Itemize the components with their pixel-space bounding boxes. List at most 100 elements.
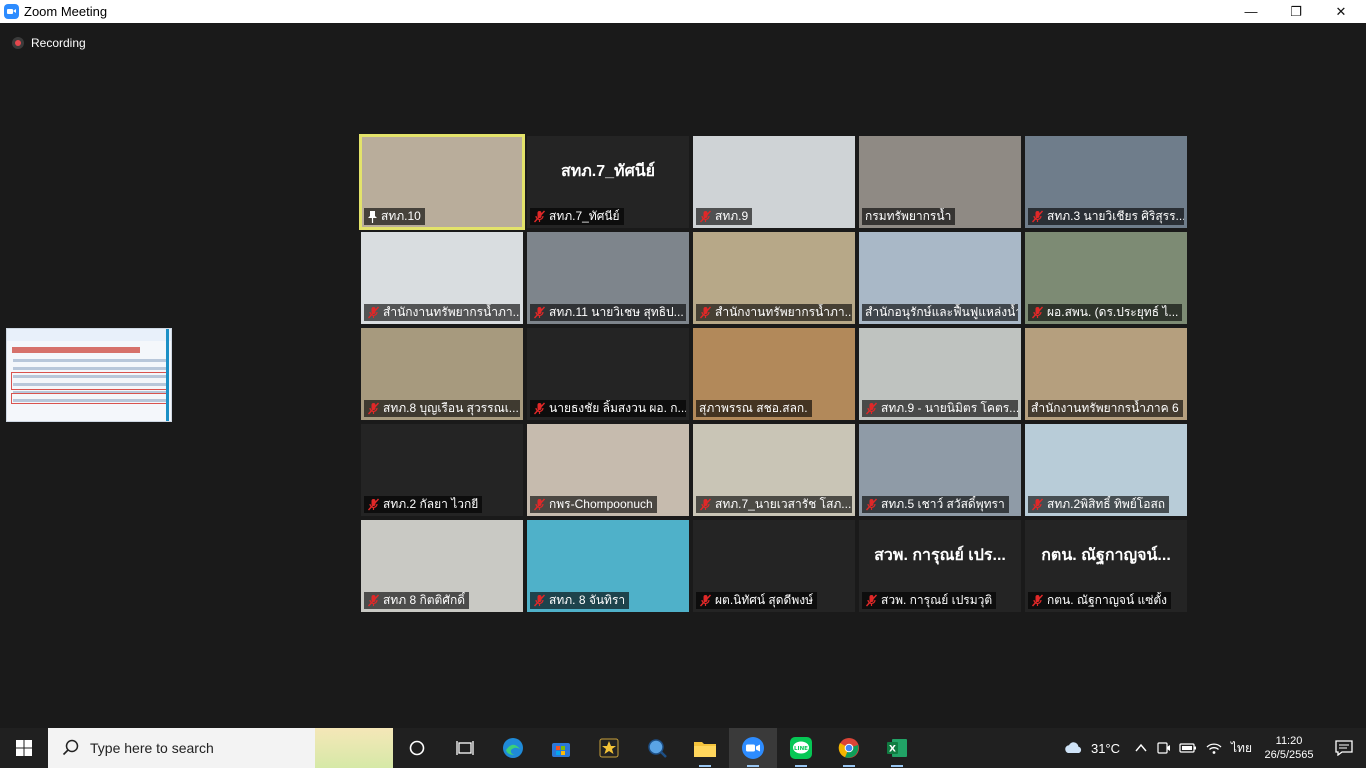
participant-name-text: สุภาพรรณ สชอ.สลก. bbox=[699, 401, 808, 415]
search-box[interactable]: Type here to search bbox=[48, 728, 393, 768]
meet-now-icon[interactable] bbox=[1157, 740, 1171, 756]
muted-mic-icon bbox=[367, 402, 380, 415]
battery-icon[interactable] bbox=[1179, 741, 1197, 755]
chrome-icon bbox=[838, 738, 859, 758]
muted-mic-icon bbox=[367, 594, 380, 607]
taskbar: Type here to search LINE X 31°C ไทย 11:2… bbox=[0, 728, 1366, 768]
svg-text:LINE: LINE bbox=[794, 746, 808, 752]
task-view-button[interactable] bbox=[441, 728, 489, 768]
participant-tile[interactable]: สำนักงานทรัพยากรน้ำภาค 6 bbox=[1025, 328, 1187, 420]
muted-mic-icon bbox=[533, 210, 546, 223]
minimize-button[interactable]: — bbox=[1228, 0, 1274, 23]
participant-tile[interactable]: สทภ.8 บุญเรือน สุวรรณเ... bbox=[361, 328, 523, 420]
muted-mic-icon bbox=[699, 594, 712, 607]
participant-name-text: สทภ.7_ทัศนีย์ bbox=[549, 209, 620, 223]
wifi-icon[interactable] bbox=[1205, 741, 1223, 755]
participant-tile[interactable]: สทภ.11 นายวิเชษ สุทธิป... bbox=[527, 232, 689, 324]
participant-tile[interactable]: สทภ 8 กิตติศักดิ์ bbox=[361, 520, 523, 612]
participant-display-name: สวพ. การุณย์ เปร... bbox=[874, 546, 1006, 564]
participant-tile[interactable]: สทภ.3 นายวิเชียร ศิริสุรร... bbox=[1025, 136, 1187, 228]
participant-name-text: กพร-Chompoonuch bbox=[549, 497, 653, 511]
participant-tile[interactable]: สำนักงานทรัพยากรน้ำภา... bbox=[361, 232, 523, 324]
muted-mic-icon bbox=[1031, 594, 1044, 607]
clock[interactable]: 11:20 26/5/2565 bbox=[1256, 734, 1322, 762]
participant-name-label: นายธงชัย ลิ้มสงวน ผอ. ก... bbox=[530, 400, 686, 417]
participant-name-text: สำนักงานทรัพยากรน้ำภา... bbox=[383, 305, 520, 319]
participant-name-text: สทภ.3 นายวิเชียร ศิริสุรร... bbox=[1047, 209, 1184, 223]
cortana-button[interactable] bbox=[393, 728, 441, 768]
start-button[interactable] bbox=[0, 728, 48, 768]
participant-tile[interactable]: สทภ.9 bbox=[693, 136, 855, 228]
participant-name-text: นายธงชัย ลิ้มสงวน ผอ. ก... bbox=[549, 401, 686, 415]
star-app-icon bbox=[599, 738, 619, 758]
participant-name-label: สำนักงานทรัพยากรน้ำภาค 6 bbox=[1028, 400, 1183, 417]
svg-text:X: X bbox=[889, 745, 896, 755]
magnifier-app-icon bbox=[648, 739, 667, 758]
participant-tile[interactable]: สุภาพรรณ สชอ.สลก. bbox=[693, 328, 855, 420]
participant-tile[interactable]: สทภ.2 กัลยา ไวกยี bbox=[361, 424, 523, 516]
muted-mic-icon bbox=[699, 210, 712, 223]
participant-name-text: ผอ.สพน. (ดร.ประยุทธ์ ไ... bbox=[1047, 305, 1179, 319]
participant-name-label: สทภ.10 bbox=[364, 208, 425, 225]
muted-mic-icon bbox=[1031, 498, 1044, 511]
participant-tile[interactable]: ผอ.สพน. (ดร.ประยุทธ์ ไ... bbox=[1025, 232, 1187, 324]
notification-button[interactable] bbox=[1322, 728, 1366, 768]
taskbar-store[interactable] bbox=[537, 728, 585, 768]
input-language[interactable]: ไทย bbox=[1231, 739, 1252, 758]
participant-tile[interactable]: สทภ. 8 จันทิรา bbox=[527, 520, 689, 612]
window-title: Zoom Meeting bbox=[24, 4, 108, 19]
restore-button[interactable]: ❐ bbox=[1273, 0, 1319, 23]
participant-tile[interactable]: สทภ.5 เชาว์ สวัสดิ์พุทรา bbox=[859, 424, 1021, 516]
participant-tile[interactable]: กตน. ณัฐกาญจน์... กตน. ณัฐกาญจน์ แซ่ตั้ง bbox=[1025, 520, 1187, 612]
participant-tile[interactable]: สวพ. การุณย์ เปร... สวพ. การุณย์ เปรมวุติ bbox=[859, 520, 1021, 612]
participant-name-label: กพร-Chompoonuch bbox=[530, 496, 657, 513]
participant-tile[interactable]: สำนักอนุรักษ์และฟื้นฟูแหล่งน้ำ bbox=[859, 232, 1021, 324]
weather-cloud-icon[interactable] bbox=[1063, 740, 1085, 756]
weather-temperature[interactable]: 31°C bbox=[1091, 741, 1120, 756]
muted-mic-icon bbox=[533, 498, 546, 511]
participant-name-text: สทภ.2พิสิทธิ์ ทิพย์โอสถ bbox=[1047, 497, 1166, 511]
participant-name-text: สทภ.9 - นายนิมิตร โคตร... bbox=[881, 401, 1018, 415]
participant-tile[interactable]: สทภ.9 - นายนิมิตร โคตร... bbox=[859, 328, 1021, 420]
participant-name-label: สทภ.7_นายเวสารัช โสภ... bbox=[696, 496, 852, 513]
taskbar-file-explorer[interactable] bbox=[681, 728, 729, 768]
muted-mic-icon bbox=[533, 306, 546, 319]
participant-tile[interactable]: นายธงชัย ลิ้มสงวน ผอ. ก... bbox=[527, 328, 689, 420]
close-button[interactable]: ✕ bbox=[1318, 0, 1364, 23]
participant-name-label: สทภ.9 - นายนิมิตร โคตร... bbox=[862, 400, 1018, 417]
taskbar-line[interactable]: LINE bbox=[777, 728, 825, 768]
search-icon bbox=[62, 739, 79, 756]
store-icon bbox=[552, 743, 570, 757]
participant-tile[interactable]: กรมทรัพยากรน้ำ bbox=[859, 136, 1021, 228]
muted-mic-icon bbox=[699, 498, 712, 511]
participant-name-text: สำนักงานทรัพยากรน้ำภา... bbox=[715, 305, 852, 319]
chevron-up-icon[interactable] bbox=[1134, 741, 1148, 755]
participant-tile[interactable]: สทภ.7_ทัศนีย์ สทภ.7_ทัศนีย์ bbox=[527, 136, 689, 228]
participant-tile[interactable]: กพร-Chompoonuch bbox=[527, 424, 689, 516]
participant-name-label: สำนักอนุรักษ์และฟื้นฟูแหล่งน้ำ bbox=[862, 304, 1018, 321]
title-bar: Zoom Meeting — ❐ ✕ bbox=[0, 0, 1366, 23]
recording-indicator[interactable]: Recording bbox=[12, 36, 86, 50]
system-tray: 31°C ไทย 11:20 26/5/2565 bbox=[1063, 728, 1366, 768]
participant-tile[interactable]: ผต.นิทัศน์ สุดดีพงษ์ bbox=[693, 520, 855, 612]
shared-screen-thumbnail[interactable] bbox=[6, 328, 172, 422]
participant-name-text: สทภ.11 นายวิเชษ สุทธิป... bbox=[549, 305, 684, 319]
participant-tile[interactable]: สทภ.7_นายเวสารัช โสภ... bbox=[693, 424, 855, 516]
participant-tile[interactable]: สทภ.10 bbox=[359, 134, 525, 230]
taskbar-app-search[interactable] bbox=[633, 728, 681, 768]
muted-mic-icon bbox=[865, 498, 878, 511]
muted-mic-icon bbox=[533, 594, 546, 607]
participant-tile[interactable]: สำนักงานทรัพยากรน้ำภา... bbox=[693, 232, 855, 324]
taskbar-chrome[interactable] bbox=[825, 728, 873, 768]
taskbar-excel[interactable]: X bbox=[873, 728, 921, 768]
recording-icon bbox=[12, 37, 24, 49]
participant-name-label: ผต.นิทัศน์ สุดดีพงษ์ bbox=[696, 592, 818, 609]
participant-tile[interactable]: สทภ.2พิสิทธิ์ ทิพย์โอสถ bbox=[1025, 424, 1187, 516]
taskbar-app-star[interactable] bbox=[585, 728, 633, 768]
taskbar-edge[interactable] bbox=[489, 728, 537, 768]
taskbar-zoom[interactable] bbox=[729, 728, 777, 768]
task-view-icon bbox=[456, 741, 474, 755]
muted-mic-icon bbox=[367, 498, 380, 511]
clock-time: 11:20 bbox=[1275, 735, 1303, 747]
participant-name-label: สำนักงานทรัพยากรน้ำภา... bbox=[696, 304, 852, 321]
